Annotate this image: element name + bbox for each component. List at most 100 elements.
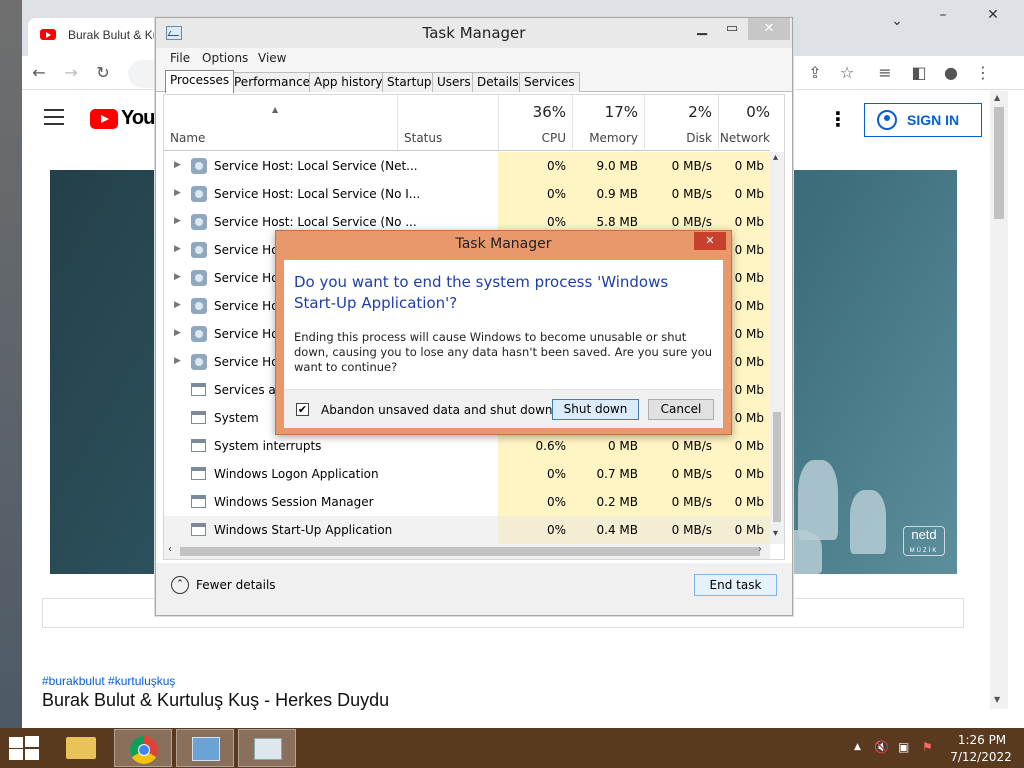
- chrome-minimize-icon[interactable]: –: [920, 2, 966, 28]
- forward-arrow-icon[interactable]: →: [60, 62, 82, 84]
- page-scrollbar-thumb[interactable]: [994, 107, 1004, 219]
- process-list-vscroll[interactable]: ▴ ▾: [770, 152, 784, 544]
- gear-icon: [191, 298, 207, 314]
- process-row[interactable]: Windows Session Manager 0% 0.2 MB 0 MB/s 0 M…: [164, 488, 770, 516]
- tab-performance[interactable]: Performance: [229, 72, 316, 92]
- task-manager-titlebar[interactable]: Task Manager ▁ ▭ ✕: [156, 18, 792, 48]
- chrome-close-icon[interactable]: ✕: [970, 2, 1016, 28]
- side-panel-icon[interactable]: ◧: [908, 62, 930, 84]
- taskbar-task-manager[interactable]: [238, 729, 296, 767]
- start-button-windows-icon[interactable]: [8, 736, 40, 760]
- media-queue-icon[interactable]: ≡: [874, 62, 896, 84]
- expand-chevron-right-icon[interactable]: ▶: [174, 216, 181, 226]
- process-row[interactable]: Windows Logon Application 0% 0.7 MB 0 MB/s 0…: [164, 460, 770, 488]
- menu-options[interactable]: Options: [202, 51, 248, 65]
- tab-users[interactable]: Users: [432, 72, 476, 92]
- menu-file[interactable]: File: [170, 51, 190, 65]
- cancel-button[interactable]: Cancel: [648, 399, 714, 420]
- scroll-up-icon[interactable]: ▴: [773, 152, 778, 163]
- taskbar-control-panel[interactable]: [176, 729, 234, 767]
- hscroll-thumb[interactable]: [180, 547, 760, 556]
- column-network[interactable]: Network: [718, 131, 770, 145]
- tab-startup[interactable]: Startup: [382, 72, 437, 92]
- close-icon[interactable]: ✕: [748, 18, 790, 40]
- action-center-flag-icon[interactable]: ⚑: [922, 740, 933, 754]
- chess-piece-decor: [850, 490, 886, 554]
- scroll-down-icon[interactable]: ▼: [994, 695, 1000, 704]
- sign-in-button[interactable]: SIGN IN: [864, 103, 982, 137]
- profile-icon[interactable]: ●: [940, 62, 962, 84]
- process-cpu: 0.6%: [498, 432, 572, 460]
- gear-icon: [191, 242, 207, 258]
- clock-date[interactable]: 7/12/2022: [946, 750, 1016, 764]
- maximize-icon[interactable]: ▭: [718, 18, 746, 40]
- channel-watermark: netd MÜZİK: [903, 526, 945, 556]
- process-row[interactable]: ▶ Service Host: Local Service (No I... 0% 0…: [164, 180, 770, 208]
- gear-icon: [191, 354, 207, 370]
- dialog-body: Do you want to end the system process 'W…: [284, 260, 723, 428]
- column-cpu[interactable]: CPU: [498, 131, 566, 145]
- scroll-right-icon[interactable]: ›: [758, 544, 762, 555]
- taskbar: ▲ 🔇 ▣ ⚑ 1:26 PM 7/12/2022: [0, 728, 1024, 768]
- dialog-close-icon[interactable]: ✕: [694, 232, 726, 250]
- more-options-icon[interactable]: ⋮: [828, 107, 848, 131]
- process-memory: 0.7 MB: [572, 460, 644, 488]
- process-row[interactable]: ▶ Service Host: Local Service (Net... 0% 9.…: [164, 152, 770, 180]
- abandon-data-label[interactable]: Abandon unsaved data and shut down.: [321, 403, 556, 417]
- show-hidden-icons-icon[interactable]: ▲: [854, 742, 861, 752]
- window-icon: [191, 467, 206, 480]
- menu-view[interactable]: View: [258, 51, 286, 65]
- video-hashtags[interactable]: #burakbulut #kurtuluşkuş: [42, 674, 175, 688]
- memory-total-percent: 17%: [604, 103, 638, 121]
- folder-icon: [66, 737, 96, 759]
- column-memory[interactable]: Memory: [572, 131, 638, 145]
- column-divider[interactable]: [397, 95, 398, 151]
- volume-muted-icon[interactable]: 🔇: [874, 740, 889, 754]
- column-disk[interactable]: Disk: [644, 131, 712, 145]
- process-row[interactable]: System interrupts 0.6% 0 MB 0 MB/s 0 Mb: [164, 432, 770, 460]
- page-scrollbar[interactable]: ▲ ▼: [990, 91, 1008, 709]
- clock-time[interactable]: 1:26 PM: [952, 733, 1012, 747]
- scroll-down-icon[interactable]: ▾: [773, 528, 778, 539]
- bookmark-star-icon[interactable]: ☆: [836, 62, 858, 84]
- column-status[interactable]: Status: [404, 131, 442, 145]
- expand-chevron-right-icon[interactable]: ▶: [174, 356, 181, 366]
- expand-chevron-right-icon[interactable]: ▶: [174, 272, 181, 282]
- abandon-data-checkbox[interactable]: ✔: [296, 403, 309, 416]
- column-name[interactable]: Name: [170, 131, 205, 145]
- taskbar-file-explorer[interactable]: [52, 729, 110, 767]
- reload-icon[interactable]: ↻: [92, 62, 114, 84]
- expand-chevron-right-icon[interactable]: ▶: [174, 160, 181, 170]
- process-disk: 0 MB/s: [644, 460, 718, 488]
- taskbar-chrome[interactable]: [114, 729, 172, 767]
- expand-chevron-right-icon[interactable]: ▶: [174, 328, 181, 338]
- tab-app-history[interactable]: App history: [309, 72, 388, 92]
- tab-details[interactable]: Details: [472, 72, 524, 92]
- network-icon[interactable]: ▣: [898, 740, 909, 754]
- tab-services[interactable]: Services: [519, 72, 580, 92]
- end-task-button[interactable]: End task: [694, 574, 777, 596]
- chevron-up-icon[interactable]: ⌃: [171, 576, 189, 594]
- expand-chevron-right-icon[interactable]: ▶: [174, 244, 181, 254]
- chrome-chevron-down-icon[interactable]: ⌄: [874, 8, 920, 34]
- minimize-icon[interactable]: ▁: [688, 18, 716, 40]
- scroll-up-icon[interactable]: ▲: [994, 93, 1000, 102]
- fewer-details-link[interactable]: Fewer details: [196, 578, 276, 592]
- back-arrow-icon[interactable]: ←: [28, 62, 50, 84]
- share-icon[interactable]: ⇪: [804, 62, 826, 84]
- expand-chevron-right-icon[interactable]: ▶: [174, 300, 181, 310]
- expand-chevron-right-icon[interactable]: ▶: [174, 188, 181, 198]
- process-list-header: ▲ Name Status 36% CPU 17% Memory 2% Disk…: [164, 95, 770, 151]
- scroll-left-icon[interactable]: ‹: [168, 544, 172, 555]
- dialog-footer: ✔ Abandon unsaved data and shut down. Sh…: [284, 389, 723, 428]
- process-cpu: 0%: [498, 460, 572, 488]
- process-list-hscroll[interactable]: ‹ ›: [164, 544, 770, 559]
- chrome-menu-icon[interactable]: ⋮: [972, 62, 994, 84]
- account-circle-icon: [877, 110, 897, 130]
- tab-processes[interactable]: Processes: [165, 70, 235, 93]
- shut-down-button[interactable]: Shut down: [552, 399, 639, 420]
- vscroll-thumb[interactable]: [773, 412, 781, 522]
- hamburger-menu-icon[interactable]: [44, 109, 64, 125]
- desktop-edge: [0, 0, 22, 728]
- process-row[interactable]: Windows Start-Up Application 0% 0.4 MB 0 MB…: [164, 516, 770, 544]
